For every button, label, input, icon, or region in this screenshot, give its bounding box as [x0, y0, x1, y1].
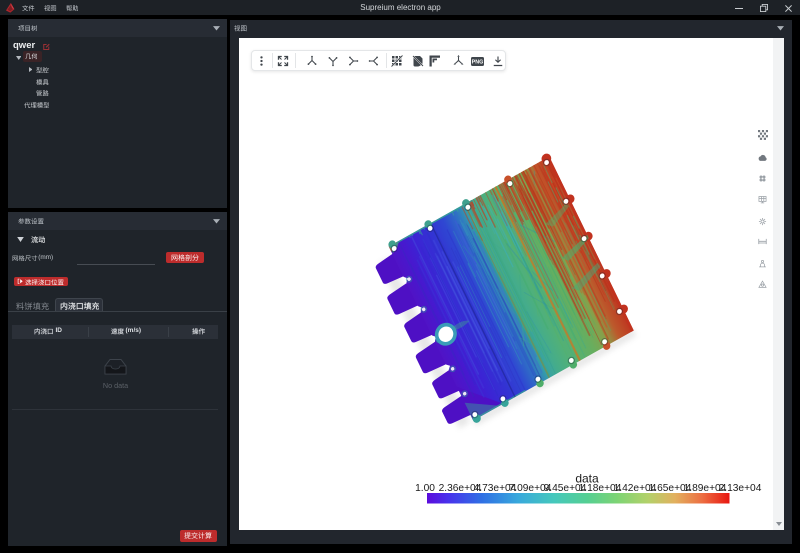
svg-text:1.00: 1.00: [415, 483, 435, 494]
svg-text:2.13e+04: 2.13e+04: [719, 483, 762, 494]
